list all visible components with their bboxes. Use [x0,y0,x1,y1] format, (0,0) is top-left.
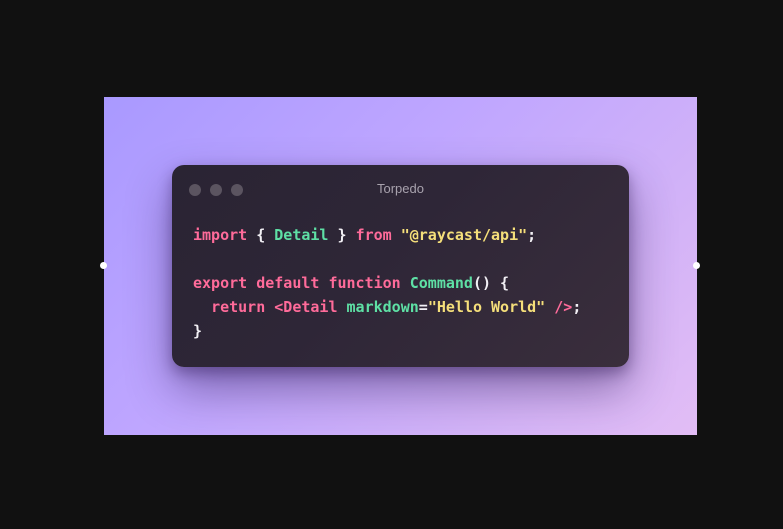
code-token: "Hello World" [427,298,546,316]
resize-handle-left[interactable] [100,262,107,269]
code-token: { [247,226,275,244]
code-token: () { [472,274,510,292]
resize-handle-right[interactable] [693,262,700,269]
code-token: = [418,298,428,316]
code-token: markdown [346,298,419,316]
code-line: return <Detail markdown="Hello World" />… [193,295,581,319]
code-token: default [256,274,320,292]
code-token: } [328,226,356,244]
code-token: Command [409,274,473,292]
code-line: export default function Command() { [193,271,581,295]
code-token: <Detail [274,298,338,316]
code-token: /> [554,298,573,316]
window-title[interactable]: Torpedo [172,181,629,196]
code-token: return [211,298,266,316]
code-block[interactable]: import { Detail } from "@raycast/api"; ex… [193,223,581,343]
code-token: export [193,274,248,292]
code-token: function [328,274,401,292]
code-token: "@raycast/api" [400,226,528,244]
code-token: Detail [274,226,329,244]
code-token: ; [572,298,582,316]
window-titlebar: Torpedo [172,165,629,213]
code-token: } [193,322,203,340]
editor-stage: Torpedo import { Detail } from "@raycast… [0,0,783,529]
code-window[interactable]: Torpedo import { Detail } from "@raycast… [172,165,629,367]
code-token: from [355,226,392,244]
code-token: import [193,226,248,244]
code-line: } [193,319,581,343]
code-line: import { Detail } from "@raycast/api"; [193,223,581,247]
code-token: ; [527,226,537,244]
